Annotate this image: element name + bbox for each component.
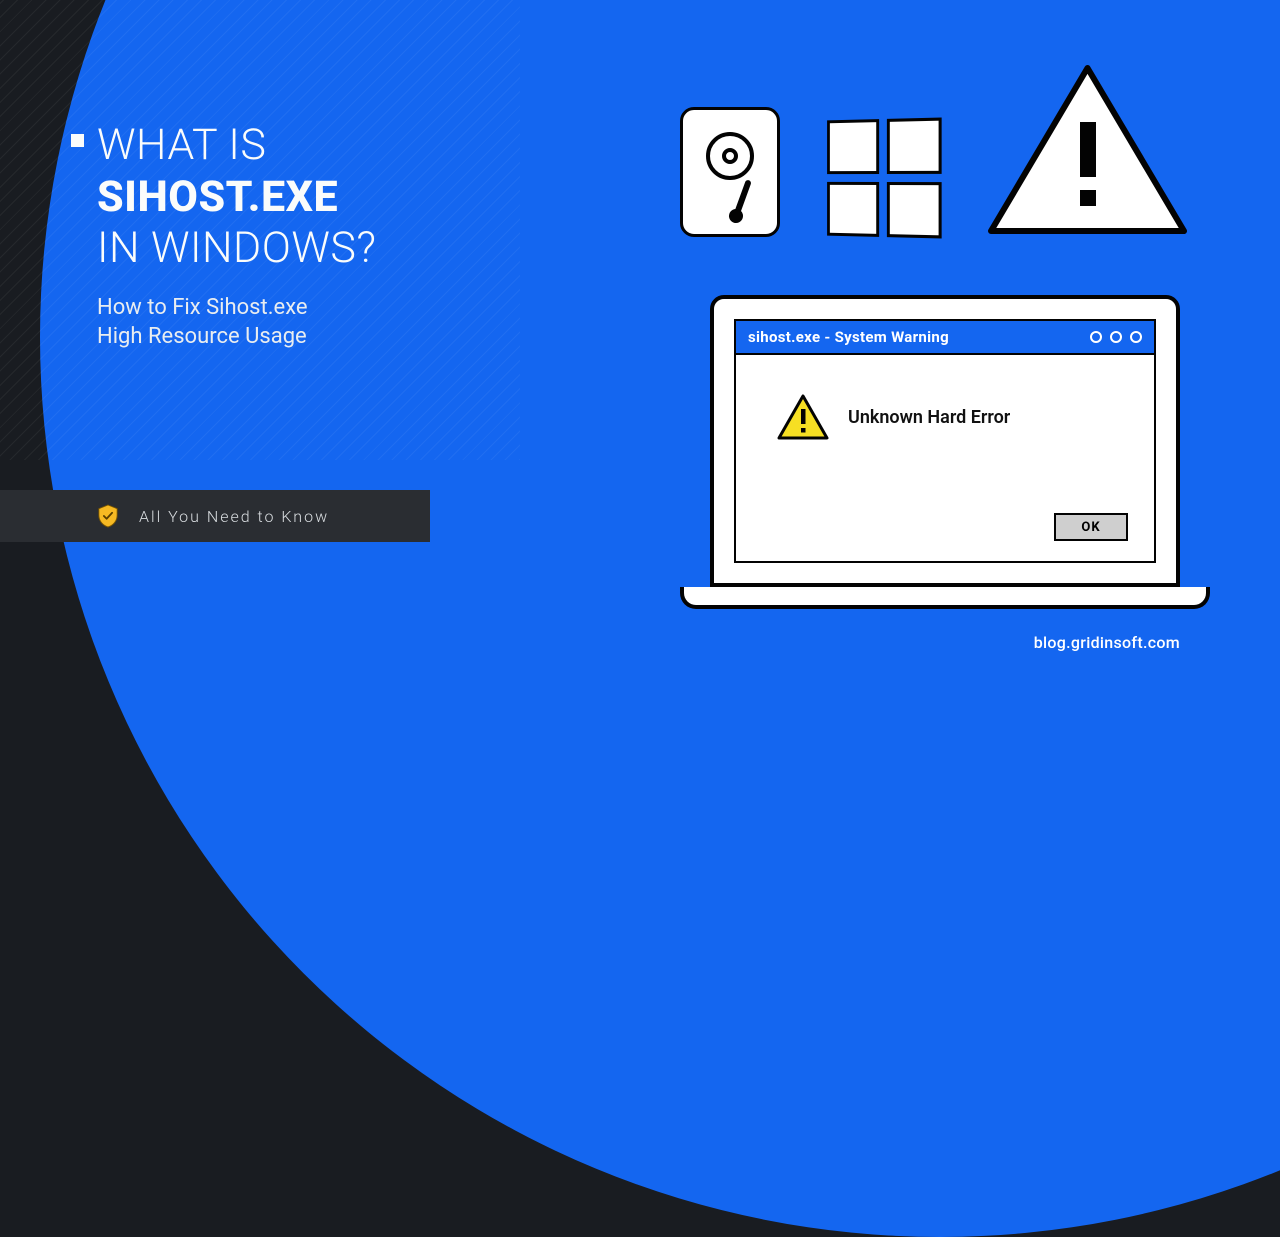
article-cover: WHAT IS SIHOST.EXE IN WINDOWS? How to Fi…	[0, 0, 1280, 674]
laptop-illustration: sihost.exe - System Warning	[680, 295, 1210, 609]
subtitle-line-2: High Resource Usage	[97, 322, 376, 352]
dialog-titlebar: sihost.exe - System Warning	[736, 321, 1154, 355]
dialog-message-row: Unknown Hard Error	[776, 393, 1134, 441]
badge-text: All You Need to Know	[139, 507, 329, 526]
hard-drive-icon	[680, 107, 780, 237]
warning-triangle-small-icon	[776, 393, 830, 441]
title-block: WHAT IS SIHOST.EXE IN WINDOWS? How to Fi…	[97, 120, 376, 352]
laptop-base	[680, 587, 1210, 609]
subtitle-line-1: How to Fix Sihost.exe	[97, 293, 376, 323]
badge-bar: All You Need to Know	[0, 490, 430, 542]
dialog-body: Unknown Hard Error OK	[736, 355, 1154, 561]
ok-button-label: OK	[1081, 520, 1100, 535]
icons-row	[680, 62, 1190, 237]
dialog-message: Unknown Hard Error	[848, 407, 1010, 428]
dialog-title: sihost.exe - System Warning	[748, 328, 949, 346]
windows-logo-icon	[827, 118, 942, 239]
window-control-min-icon[interactable]	[1090, 331, 1102, 343]
system-warning-dialog: sihost.exe - System Warning	[734, 319, 1156, 563]
title-line-2: SIHOST.EXE	[97, 172, 376, 224]
title-line-1: WHAT IS	[97, 120, 376, 172]
window-control-max-icon[interactable]	[1110, 331, 1122, 343]
laptop-screen: sihost.exe - System Warning	[710, 295, 1180, 587]
footer-url: blog.gridinsoft.com	[1034, 633, 1180, 652]
shield-check-icon	[97, 504, 119, 528]
window-controls	[1090, 331, 1142, 343]
title-line-3: IN WINDOWS?	[97, 223, 376, 275]
subtitle: How to Fix Sihost.exe High Resource Usag…	[97, 293, 376, 352]
warning-triangle-icon	[985, 62, 1190, 237]
ok-button[interactable]: OK	[1054, 513, 1128, 541]
window-control-close-icon[interactable]	[1130, 331, 1142, 343]
title-bullet-icon	[71, 134, 84, 147]
